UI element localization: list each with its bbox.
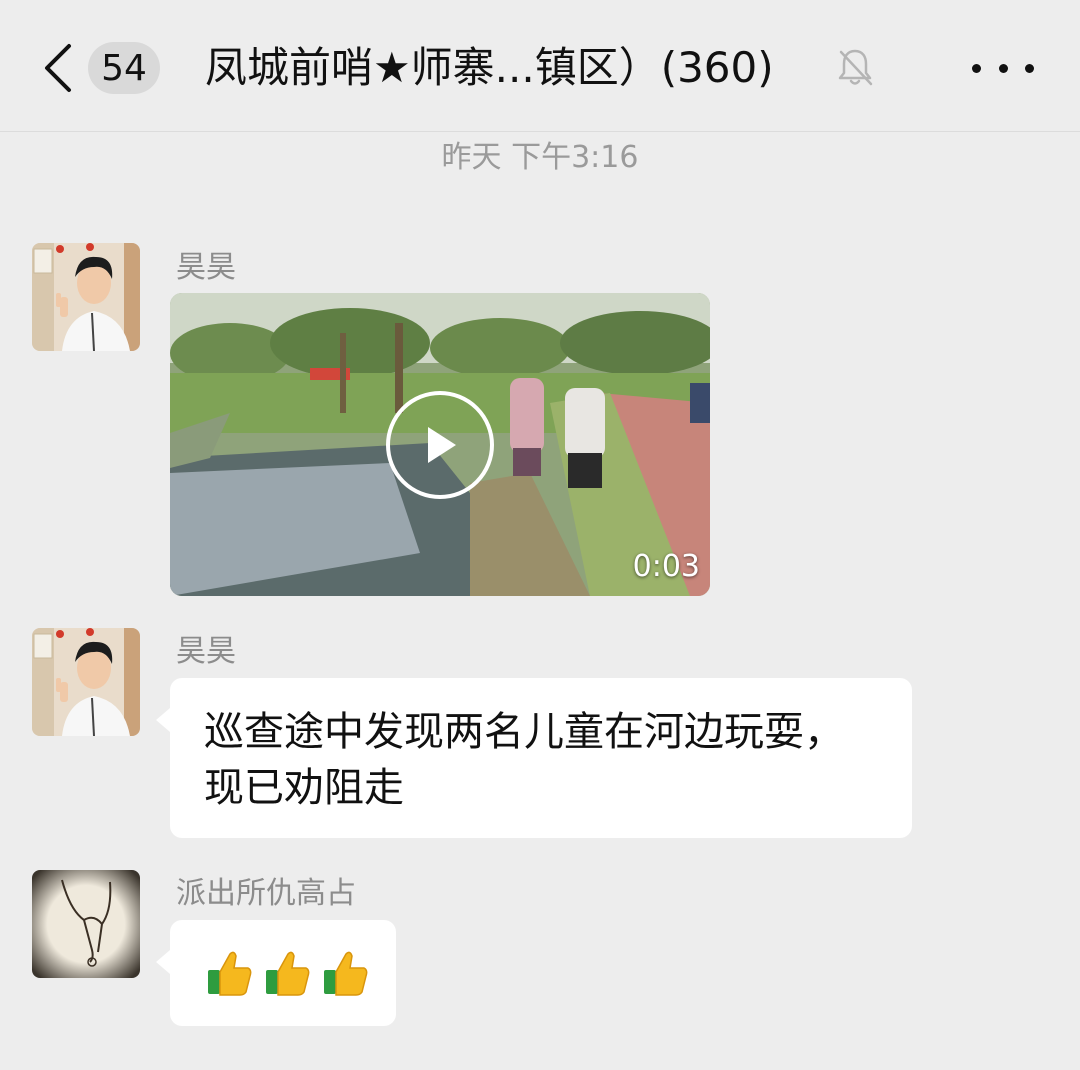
- avatar-police-station[interactable]: [32, 870, 140, 978]
- thumbs-up-icon: [208, 951, 252, 996]
- chat-title[interactable]: 凤城前哨★师寨...镇区）(360): [205, 38, 830, 98]
- chat-header: 54 凤城前哨★师寨...镇区）(360): [0, 0, 1080, 132]
- message-text-line: 巡查途中发现两名儿童在河边玩耍，: [204, 709, 844, 755]
- message-timestamp: 昨天 下午3:16: [441, 140, 639, 175]
- chevron-left-icon: [45, 44, 71, 92]
- avatar-haohao[interactable]: [32, 243, 140, 351]
- sender-name: 昊昊: [176, 250, 236, 285]
- more-options-button[interactable]: [972, 50, 1034, 86]
- play-icon: [428, 427, 456, 463]
- bell-off-icon: [838, 49, 873, 86]
- back-button[interactable]: [30, 36, 86, 100]
- play-button[interactable]: [386, 391, 494, 499]
- sender-name: 昊昊: [176, 634, 236, 669]
- message-text-line: 现已劝阻走: [204, 765, 404, 811]
- thumbs-up-icon: [266, 951, 310, 996]
- sender-name: 派出所仇高占: [176, 876, 356, 911]
- video-duration: 0:03: [632, 549, 700, 584]
- avatar-haohao[interactable]: [32, 628, 140, 736]
- thumbs-up-icon: [324, 951, 368, 996]
- unread-count-badge[interactable]: 54: [88, 42, 160, 94]
- emoji-message-bubble[interactable]: [156, 920, 396, 1026]
- text-message-bubble[interactable]: 巡查途中发现两名儿童在河边玩耍， 现已劝阻走: [156, 678, 912, 838]
- more-dots-icon: [972, 63, 981, 73]
